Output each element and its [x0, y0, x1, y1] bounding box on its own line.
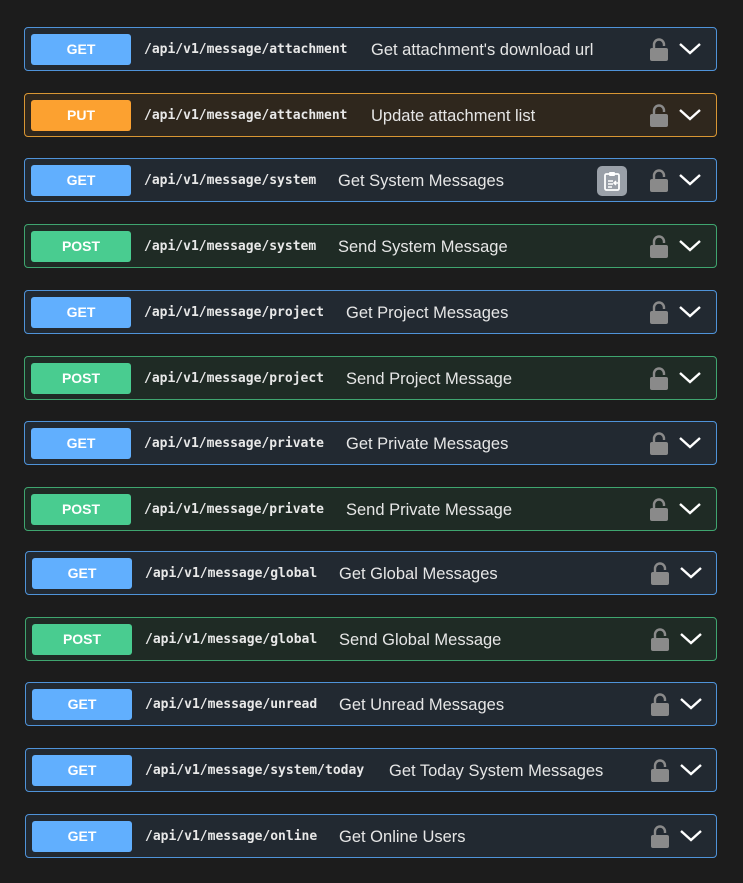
lock-icon[interactable]: [648, 498, 670, 522]
method-badge: GET: [32, 755, 132, 786]
method-badge: POST: [31, 363, 131, 394]
endpoint-path: /api/v1/message/project: [144, 371, 325, 386]
lock-icon[interactable]: [648, 432, 670, 456]
operation-row[interactable]: GET /api/v1/message/system/today Get Tod…: [25, 748, 717, 792]
chevron-down-icon[interactable]: [678, 171, 702, 189]
method-badge: GET: [32, 558, 132, 589]
operation-row[interactable]: GET /api/v1/message/global Get Global Me…: [25, 551, 717, 595]
operation-row[interactable]: GET /api/v1/message/system Get System Me…: [24, 158, 717, 202]
endpoint-summary: Send Project Message: [346, 370, 513, 388]
lock-icon[interactable]: [648, 235, 670, 259]
endpoint-path: /api/v1/message/system: [144, 173, 317, 188]
method-badge: PUT: [31, 100, 131, 131]
lock-icon[interactable]: [649, 562, 671, 586]
lock-icon[interactable]: [648, 38, 670, 62]
operation-row[interactable]: GET /api/v1/message/project Get Project …: [24, 290, 717, 334]
endpoint-summary: Get Today System Messages: [389, 762, 604, 780]
endpoint-summary: Get System Messages: [338, 172, 504, 190]
chevron-down-icon[interactable]: [678, 40, 702, 58]
lock-icon[interactable]: [648, 301, 670, 325]
method-badge: POST: [31, 494, 131, 525]
chevron-down-icon[interactable]: [678, 106, 702, 124]
method-badge: GET: [31, 428, 131, 459]
endpoint-path: /api/v1/message/private: [144, 436, 325, 451]
method-badge: GET: [31, 297, 131, 328]
chevron-down-icon[interactable]: [679, 827, 703, 845]
lock-icon[interactable]: [649, 628, 671, 652]
lock-icon[interactable]: [648, 367, 670, 391]
endpoint-summary: Send Global Message: [339, 631, 502, 649]
chevron-down-icon[interactable]: [678, 237, 702, 255]
operation-row[interactable]: POST /api/v1/message/private Send Privat…: [24, 487, 717, 531]
endpoint-path: /api/v1/message/global: [145, 632, 318, 647]
method-badge: POST: [31, 231, 131, 262]
lock-icon[interactable]: [648, 104, 670, 128]
endpoint-path: /api/v1/message/global: [145, 566, 318, 581]
endpoint-path: /api/v1/message/unread: [145, 697, 318, 712]
lock-icon[interactable]: [648, 169, 670, 193]
endpoint-summary: Send Private Message: [346, 501, 513, 519]
lock-icon[interactable]: [649, 825, 671, 849]
chevron-down-icon[interactable]: [678, 434, 702, 452]
endpoint-summary: Get Unread Messages: [339, 696, 505, 714]
operation-row[interactable]: GET /api/v1/message/unread Get Unread Me…: [25, 682, 717, 726]
chevron-down-icon[interactable]: [679, 630, 703, 648]
chevron-down-icon[interactable]: [678, 500, 702, 518]
endpoint-list: GET /api/v1/message/attachment Get attac…: [0, 0, 743, 883]
endpoint-summary: Get Global Messages: [339, 565, 498, 583]
chevron-down-icon[interactable]: [678, 303, 702, 321]
endpoint-path: /api/v1/message/system/today: [145, 763, 365, 778]
endpoint-path: /api/v1/message/attachment: [144, 108, 348, 123]
method-badge: GET: [31, 34, 131, 65]
operation-row[interactable]: POST /api/v1/message/project Send Projec…: [24, 356, 717, 400]
endpoint-path: /api/v1/message/private: [144, 502, 325, 517]
chevron-down-icon[interactable]: [679, 564, 703, 582]
chevron-down-icon[interactable]: [679, 695, 703, 713]
endpoint-path: /api/v1/message/attachment: [144, 42, 348, 57]
endpoint-path: /api/v1/message/system: [144, 239, 317, 254]
endpoint-summary: Get attachment's download url: [371, 41, 594, 59]
endpoint-path: /api/v1/message/online: [145, 829, 318, 844]
chevron-down-icon[interactable]: [679, 761, 703, 779]
operation-row[interactable]: PUT /api/v1/message/attachment Update at…: [24, 93, 717, 137]
endpoint-path: /api/v1/message/project: [144, 305, 325, 320]
endpoint-summary: Send System Message: [338, 238, 508, 256]
endpoint-summary: Get Online Users: [339, 828, 466, 846]
operation-row[interactable]: POST /api/v1/message/system Send System …: [24, 224, 717, 268]
method-badge: POST: [32, 624, 132, 655]
operation-row[interactable]: GET /api/v1/message/online Get Online Us…: [25, 814, 717, 858]
operation-row[interactable]: POST /api/v1/message/global Send Global …: [25, 617, 717, 661]
method-badge: GET: [32, 689, 132, 720]
endpoint-summary: Get Private Messages: [346, 435, 509, 453]
lock-icon[interactable]: [649, 759, 671, 783]
method-badge: GET: [31, 165, 131, 196]
endpoint-summary: Get Project Messages: [346, 304, 509, 322]
copy-to-clipboard-button[interactable]: [597, 166, 627, 196]
clipboard-icon: [604, 172, 620, 191]
operation-row[interactable]: GET /api/v1/message/attachment Get attac…: [24, 27, 717, 71]
endpoint-summary: Update attachment list: [371, 107, 536, 125]
lock-icon[interactable]: [649, 693, 671, 717]
operation-row[interactable]: GET /api/v1/message/private Get Private …: [24, 421, 717, 465]
method-badge: GET: [32, 821, 132, 852]
chevron-down-icon[interactable]: [678, 369, 702, 387]
